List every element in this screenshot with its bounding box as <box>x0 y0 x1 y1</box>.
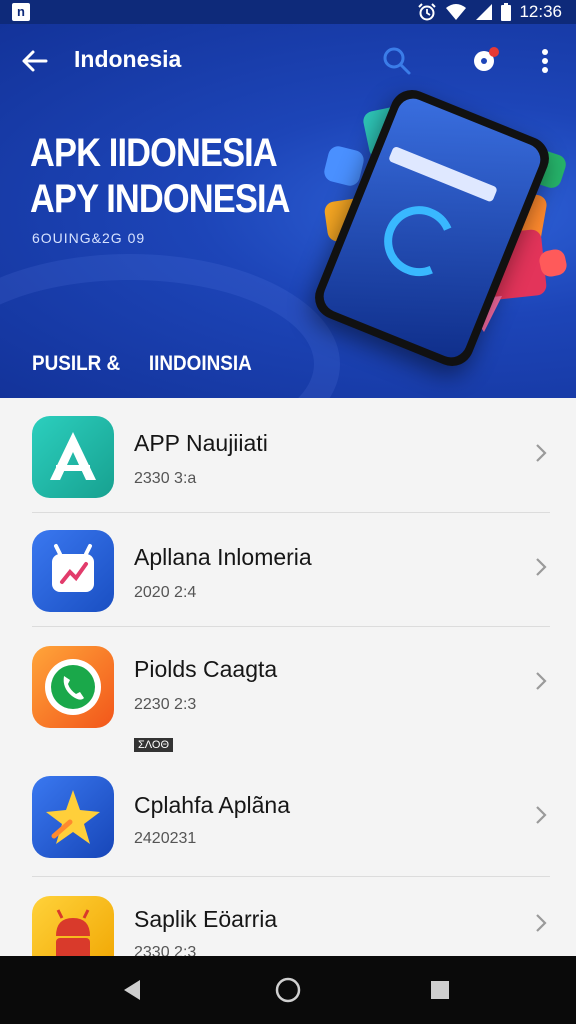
hero-tab[interactable]: IINDOINSIA <box>149 352 252 375</box>
status-time: 12:36 <box>519 2 562 21</box>
robot-chart-icon <box>32 530 114 612</box>
app-list: APP Naujiiati 2330 3:a Apllana Inlomeria… <box>0 398 576 956</box>
chevron-right-icon <box>536 672 547 690</box>
notification-app-icon: n <box>12 3 30 21</box>
divider <box>32 512 550 513</box>
divider <box>32 876 550 877</box>
hero-subtitle: 6OUING&2G 09 <box>32 230 146 246</box>
hero-title-line-2: APY INDONESIA <box>30 177 290 221</box>
notification-badge-icon[interactable] <box>470 44 502 76</box>
wifi-icon <box>446 4 467 20</box>
app-name: Piolds Caagta <box>134 656 278 682</box>
hero-title: APK IIDONESIA APY INDONESIA <box>30 130 290 222</box>
more-vert-icon[interactable] <box>534 44 556 78</box>
app-name: Apllana Inlomeria <box>134 544 312 570</box>
divider <box>32 626 550 627</box>
android-icon <box>32 896 114 956</box>
recents-square-icon[interactable] <box>430 980 450 1000</box>
star-icon <box>32 776 114 858</box>
phone-swirl-graphic <box>373 195 465 287</box>
hero-tabs: PUSILR & IINDOINSIA <box>32 352 275 376</box>
home-circle-icon[interactable] <box>275 977 301 1003</box>
chevron-right-icon <box>536 914 547 932</box>
battery-icon <box>501 3 512 21</box>
app-tag: ΣΛΟΘ <box>134 738 174 752</box>
signal-icon <box>476 4 493 20</box>
phone-illustration <box>308 83 556 373</box>
hero-title-line-1: APK IIDONESIA <box>30 131 278 175</box>
app-name: APP Naujiiati <box>134 430 268 456</box>
page-title: Indonesia <box>74 46 182 72</box>
system-nav-bar <box>0 956 576 1024</box>
status-icons: 12:36 <box>417 2 562 22</box>
triangle-a-icon <box>32 416 114 498</box>
back-arrow-icon[interactable] <box>18 44 52 78</box>
app-name: Cplahfa Aplãna <box>134 792 291 818</box>
chevron-right-icon <box>536 558 547 576</box>
back-triangle-icon[interactable] <box>120 978 144 1002</box>
phone-search-bar <box>388 145 498 203</box>
chevron-right-icon <box>536 806 547 824</box>
alarm-icon <box>418 3 437 21</box>
search-icon[interactable] <box>380 44 414 78</box>
app-date: 2330 3:a <box>134 470 197 487</box>
hero-tab[interactable]: PUSILR & <box>32 352 120 375</box>
phone-call-icon <box>32 646 114 728</box>
app-bar: Indonesia <box>0 24 576 96</box>
phone-screen <box>318 93 546 363</box>
app-name: Saplik Eöarria <box>134 906 278 932</box>
hero-banner: Indonesia APK IIDONESIA APY INDONESIA 6O… <box>0 24 576 398</box>
app-date: 2330 2:3 <box>134 944 197 956</box>
status-bar: n 12:36 <box>0 0 576 24</box>
decorative-swoosh <box>0 254 340 398</box>
app-date: 2230 2:3 <box>134 696 197 713</box>
chevron-right-icon <box>536 444 547 462</box>
app-date: 2420231 <box>134 830 197 847</box>
app-date: 2020 2:4 <box>134 584 197 601</box>
